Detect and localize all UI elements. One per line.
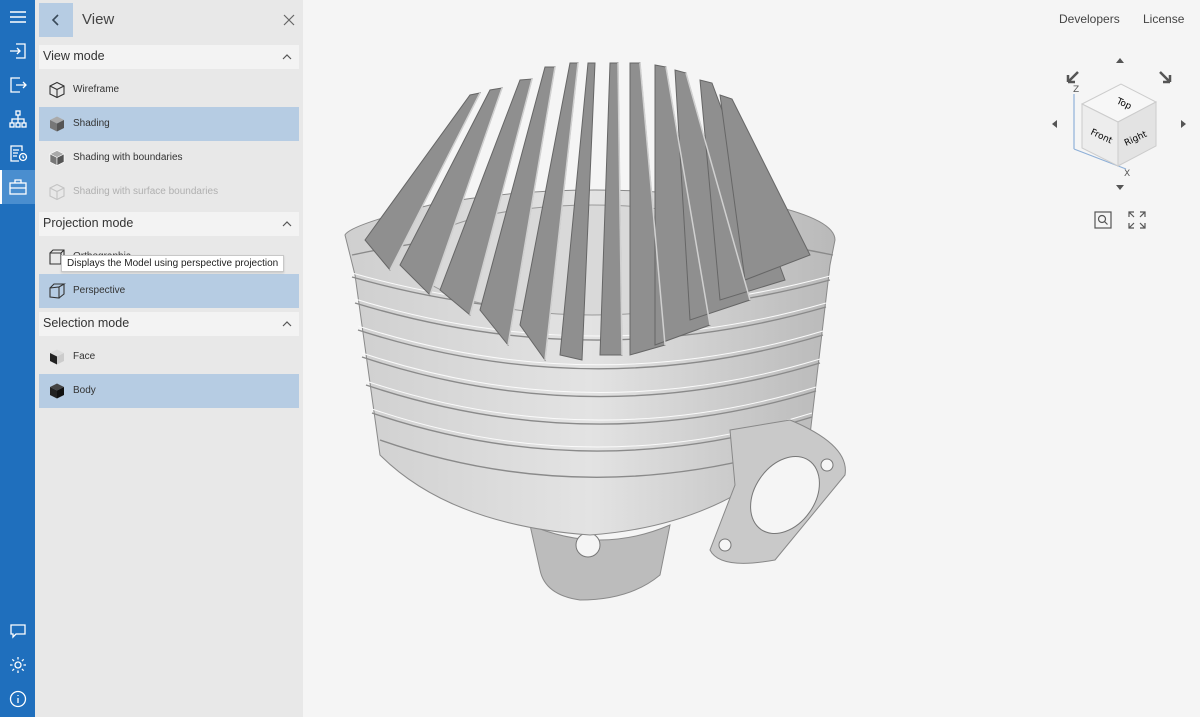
- section-label: Selection mode: [43, 316, 130, 330]
- item-label: Shading with boundaries: [73, 152, 183, 163]
- section-label: View mode: [43, 49, 105, 63]
- menu-icon[interactable]: [0, 0, 35, 34]
- roll-left-arrow-icon[interactable]: [1066, 71, 1079, 84]
- item-label: Wireframe: [73, 84, 120, 95]
- chevron-up-icon: [282, 221, 292, 227]
- item-label: Shading with surface boundaries: [73, 186, 219, 197]
- selection-body[interactable]: Body: [39, 374, 299, 408]
- chevron-up-icon: [282, 54, 292, 60]
- info-icon[interactable]: [0, 682, 35, 716]
- surface-boundaries-cube-icon: [49, 183, 65, 201]
- license-link[interactable]: License: [1143, 12, 1184, 26]
- selection-face[interactable]: Face: [39, 340, 299, 374]
- view-mode-wireframe[interactable]: Wireframe: [39, 73, 299, 107]
- axis-x-label: X: [1124, 169, 1130, 179]
- section-projection-mode[interactable]: Projection mode: [39, 212, 299, 236]
- zoom-selection-icon[interactable]: [1093, 210, 1113, 230]
- settings-gear-icon[interactable]: [0, 648, 35, 682]
- navigation-cube[interactable]: Top Front Right Z X: [1046, 54, 1190, 194]
- section-label: Projection mode: [43, 216, 134, 230]
- view-mode-shading-with-boundaries[interactable]: Shading with boundaries: [39, 141, 299, 175]
- import-icon[interactable]: [0, 34, 35, 68]
- tooltip: Displays the Model using perspective pro…: [61, 255, 285, 272]
- item-label: Shading: [73, 118, 110, 129]
- panel-header: View: [35, 0, 303, 40]
- structure-tree-icon[interactable]: [0, 102, 35, 136]
- view-panel: View View mode Wireframe Shading Shading…: [35, 0, 303, 717]
- body-select-icon: [50, 383, 64, 399]
- shaded-cube-icon: [50, 116, 64, 132]
- axis-z-label: Z: [1073, 85, 1079, 95]
- view-toolbox-icon[interactable]: [0, 170, 35, 204]
- 3d-model-viewport[interactable]: [330, 55, 860, 610]
- section-view-mode[interactable]: View mode: [39, 45, 299, 69]
- rotate-up-arrow-icon[interactable]: [1116, 58, 1124, 63]
- item-label: Face: [73, 351, 96, 362]
- perspective-cube-icon: [49, 283, 66, 299]
- wireframe-cube-icon: [49, 81, 65, 99]
- shaded-cube-boundaries-icon: [49, 150, 65, 166]
- export-icon[interactable]: [0, 68, 35, 102]
- section-selection-mode[interactable]: Selection mode: [39, 312, 299, 336]
- rotate-right-arrow-icon[interactable]: [1181, 120, 1186, 128]
- item-label: Perspective: [73, 285, 126, 296]
- close-icon[interactable]: [281, 12, 297, 28]
- back-button[interactable]: [39, 3, 73, 37]
- properties-icon[interactable]: [0, 136, 35, 170]
- view-mode-shading-with-surface-boundaries: Shading with surface boundaries: [39, 175, 299, 209]
- rotate-down-arrow-icon[interactable]: [1116, 185, 1124, 190]
- chevron-left-icon: [51, 14, 59, 26]
- item-label: Body: [73, 385, 96, 396]
- rotate-left-arrow-icon[interactable]: [1052, 120, 1057, 128]
- left-rail: [0, 0, 35, 717]
- panel-title: View: [82, 11, 115, 28]
- face-select-icon: [50, 349, 64, 365]
- projection-perspective[interactable]: Perspective: [39, 274, 299, 308]
- roll-right-arrow-icon[interactable]: [1159, 71, 1172, 84]
- feedback-icon[interactable]: [0, 614, 35, 648]
- developers-link[interactable]: Developers: [1059, 12, 1120, 26]
- chevron-up-icon: [282, 321, 292, 327]
- view-mode-shading[interactable]: Shading: [39, 107, 299, 141]
- fit-all-icon[interactable]: [1127, 210, 1147, 230]
